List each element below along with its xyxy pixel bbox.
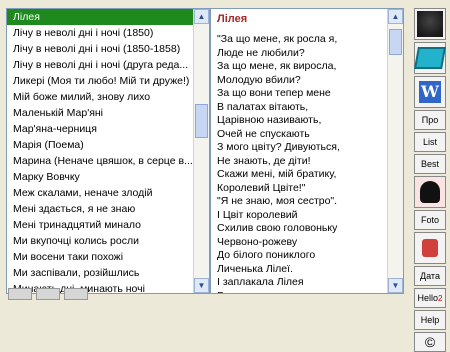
book-icon	[414, 47, 446, 69]
poem-line: За що мене, як виросла,	[217, 60, 337, 72]
poem-line: "Я не знаю, моя сестро".	[217, 195, 338, 207]
silhouette-button[interactable]	[414, 176, 446, 208]
poem-list-item[interactable]: Марина (Неначе цвяшок, в серце в...	[7, 153, 209, 169]
help-button[interactable]: Help	[414, 310, 446, 330]
poem-list-item[interactable]: Лілея	[7, 9, 209, 25]
list-button[interactable]: List	[414, 132, 446, 152]
poem-text-scrollbar[interactable]: ▲ ▼	[387, 9, 403, 293]
bottom-button-1[interactable]	[8, 288, 32, 300]
bottom-button-2[interactable]	[36, 288, 60, 300]
poem-list-item[interactable]: Лічу в неволі дні і ночі (1850)	[7, 25, 209, 41]
scroll-up-arrow-icon[interactable]: ▲	[194, 9, 209, 24]
poem-line: І Цвіт королевий	[217, 208, 298, 221]
poem-list-item[interactable]: Марія (Поема)	[7, 137, 209, 153]
poem-line: З мого цвіту? Дивуються,	[217, 141, 340, 153]
bottom-bar	[0, 288, 410, 300]
bottom-button-3[interactable]	[64, 288, 88, 300]
scroll-thumb[interactable]	[195, 104, 208, 138]
word-icon: W	[419, 81, 441, 103]
author-portrait-icon	[417, 11, 443, 37]
poem-list-item[interactable]: Меж скалами, неначе злодій	[7, 185, 209, 201]
date-button[interactable]: Дата	[414, 266, 446, 286]
bag-button[interactable]	[414, 232, 446, 264]
word-button[interactable]: W	[414, 76, 446, 108]
foto-button[interactable]: Foto	[414, 210, 446, 230]
poem-lines: "За що мене, як росла я, Люде не любили? З…	[211, 33, 403, 293]
poem-line: Царівною називають,	[217, 114, 322, 126]
poem-list[interactable]: Лілея Лічу в неволі дні і ночі (1850) Лічу…	[6, 8, 210, 294]
portrait-button[interactable]	[414, 8, 446, 40]
hello-count-badge: 2	[438, 293, 443, 303]
poem-list-items: Лілея Лічу в неволі дні і ночі (1850) Лічу…	[7, 9, 209, 293]
best-button[interactable]: Best	[414, 154, 446, 174]
poem-line: Скажи мені, мій братику,	[217, 168, 337, 180]
poem-line: Схилив свою головоньку	[217, 222, 338, 234]
poem-line: Королевий Цвіте!"	[217, 181, 306, 194]
about-button[interactable]: Про	[414, 110, 446, 130]
poem-list-item[interactable]: Мій боже милий, знову лихо	[7, 89, 209, 105]
poem-line: В палатах вітають,	[217, 100, 309, 113]
poem-line: Очей не спускають	[217, 127, 310, 140]
poem-list-item[interactable]: Мар'яна-черниця	[7, 121, 209, 137]
poem-text-panel[interactable]: Лілея "За що мене, як росла я, Люде не лю…	[210, 8, 404, 294]
poem-list-item[interactable]: Лічу в неволі дні і ночі (1850-1858)	[7, 41, 209, 57]
copyright-button[interactable]: ©	[414, 332, 446, 352]
poem-list-item[interactable]: Марку Вовчку	[7, 169, 209, 185]
poem-list-item[interactable]: Ми восени таки похожі	[7, 249, 209, 265]
poem-list-item[interactable]: Лічу в неволі дні і ночі (друга реда...	[7, 57, 209, 73]
hello-label: Hello	[417, 293, 439, 303]
poem-title: Лілея	[217, 13, 248, 25]
bag-icon	[422, 239, 438, 257]
poem-list-item[interactable]: Ликері (Моя ти любо! Мій ти друже!)	[7, 73, 209, 89]
scroll-thumb[interactable]	[389, 29, 402, 55]
poem-list-item[interactable]: Ми вкупочці колись росли	[7, 233, 209, 249]
poem-list-scrollbar[interactable]: ▲ ▼	[193, 9, 209, 293]
poem-list-item[interactable]: Мені здається, я не знаю	[7, 201, 209, 217]
book-button[interactable]	[414, 42, 446, 74]
right-toolbar: W Про List Best Foto Дата Hello 2 Help ©	[414, 8, 448, 352]
hello-button[interactable]: Hello 2	[414, 288, 446, 308]
poem-list-item[interactable]: Маленькій Мар'яні	[7, 105, 209, 121]
poem-line: Личенька Лілеї.	[217, 262, 293, 275]
poem-list-item[interactable]: Ми заспівали, розійшлись	[7, 265, 209, 281]
silhouette-icon	[420, 181, 440, 203]
poem-line: "За що мене, як росла я,	[217, 33, 338, 45]
poem-line: Не знають, де діти!	[217, 154, 311, 167]
poem-line: За що вони тепер мене	[217, 87, 331, 99]
poem-line: До білого пониклого	[217, 249, 316, 261]
poem-line: Люде не любили?	[217, 46, 305, 59]
poem-line: Молодую вбили?	[217, 73, 301, 86]
scroll-up-arrow-icon[interactable]: ▲	[388, 9, 403, 24]
poem-line: Червоно-рожеву	[217, 235, 298, 248]
poem-list-item[interactable]: Мені тринадцятий минало	[7, 217, 209, 233]
